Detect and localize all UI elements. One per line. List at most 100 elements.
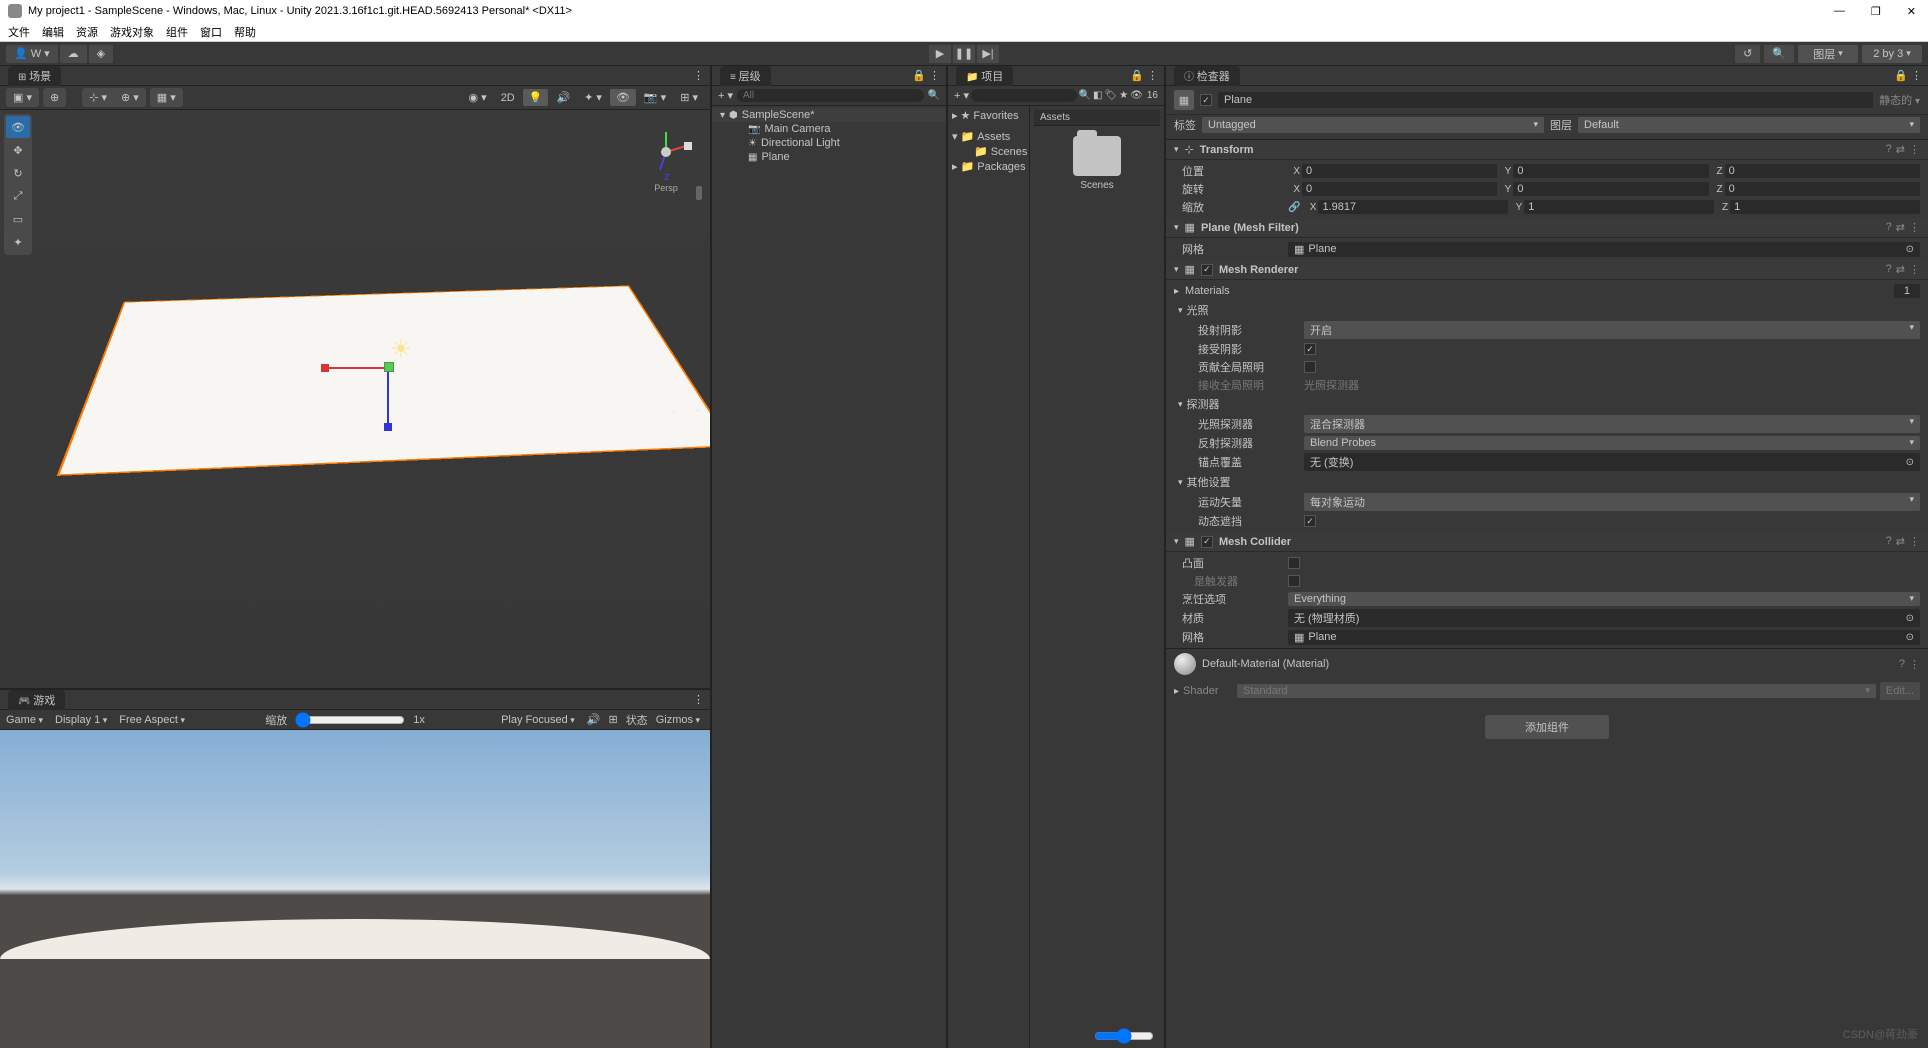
tag-dropdown[interactable]: Untagged xyxy=(1202,117,1544,133)
scene-view[interactable]: 👁 ✥ ↻ ⤢ ▭ ✦ z xyxy=(0,110,710,688)
meshcollider-header[interactable]: ▾ ▦ Mesh Collider ?⇄⋮ xyxy=(1166,532,1928,552)
gizmos-toggle[interactable]: Gizmos xyxy=(656,714,704,726)
lighting-toggle[interactable]: 💡 xyxy=(523,89,549,106)
lighting-foldout[interactable]: ▾光照 xyxy=(1174,300,1920,320)
create-dropdown[interactable]: + ▾ xyxy=(718,89,733,102)
gizmos-dropdown[interactable]: ⊞ ▾ xyxy=(674,89,704,106)
help-icon[interactable]: ? xyxy=(1886,143,1892,156)
reflection-probes-dropdown[interactable]: Blend Probes xyxy=(1304,436,1920,450)
gizmo-x-axis[interactable] xyxy=(325,367,385,369)
step-button[interactable]: ▶| xyxy=(977,45,999,63)
directional-light-gizmo[interactable] xyxy=(390,335,416,361)
menu-edit[interactable]: 编辑 xyxy=(42,24,64,40)
edit-shader-button[interactable]: Edit... xyxy=(1880,682,1920,700)
project-panel-options[interactable]: ⋮ xyxy=(1147,69,1158,82)
menu-icon[interactable]: ⋮ xyxy=(1909,263,1920,276)
transform-tool[interactable]: ✦ xyxy=(6,231,30,253)
rect-tool[interactable]: ▭ xyxy=(6,208,30,230)
layout-dropdown[interactable]: 2 by 3 xyxy=(1862,45,1922,63)
search-icon[interactable]: 🔍 xyxy=(1079,90,1091,101)
link-icon[interactable]: 🔗 xyxy=(1288,202,1300,213)
inspector-tab[interactable]: ⓘ 检查器 xyxy=(1174,66,1240,86)
view-tool[interactable]: 👁 xyxy=(6,116,30,138)
hierarchy-panel-options[interactable]: ⋮ xyxy=(929,69,940,82)
scale-tool[interactable]: ⤢ xyxy=(6,185,30,207)
draw-mode-button[interactable]: ⊕ xyxy=(44,89,65,106)
material-header[interactable]: Default-Material (Material) ?⋮ xyxy=(1166,648,1928,679)
physic-material-field[interactable]: 无 (物理材质) xyxy=(1288,609,1920,627)
game-view[interactable] xyxy=(0,730,710,1048)
project-breadcrumb[interactable]: Assets xyxy=(1034,110,1160,126)
convex-checkbox[interactable] xyxy=(1288,557,1300,569)
menu-icon[interactable]: ⋮ xyxy=(1909,535,1920,548)
scene-overlay-toggle[interactable] xyxy=(696,186,702,200)
scene-panel-options[interactable]: ⋮ xyxy=(693,69,704,82)
hierarchy-item-plane[interactable]: ▦ Plane xyxy=(712,150,946,164)
scene-tab[interactable]: ⊞ 场景 xyxy=(8,66,61,86)
fx-toggle[interactable]: ✦ ▾ xyxy=(578,89,608,106)
menu-icon[interactable]: ⋮ xyxy=(1909,658,1920,671)
preset-icon[interactable]: ⇄ xyxy=(1896,143,1905,156)
menu-file[interactable]: 文件 xyxy=(8,24,30,40)
cloud-button[interactable]: ☁ xyxy=(60,45,87,63)
visibility-toggle[interactable]: 👁 xyxy=(610,89,636,106)
close-button[interactable]: ✕ xyxy=(1903,5,1920,18)
project-lock-icon[interactable]: 🔒 xyxy=(1130,69,1144,82)
folder-item-scenes[interactable]: Scenes xyxy=(1034,136,1160,191)
project-create-dropdown[interactable]: + ▾ xyxy=(954,89,969,102)
aspect-dropdown[interactable]: Free Aspect xyxy=(119,714,189,726)
pivot-rotation-button[interactable]: ⊕ ▾ xyxy=(115,89,145,106)
rotate-tool[interactable]: ↻ xyxy=(6,162,30,184)
filter-by-type-icon[interactable]: ◧ xyxy=(1093,90,1102,101)
display-dropdown[interactable]: Display 1 xyxy=(55,714,111,726)
menu-icon[interactable]: ⋮ xyxy=(1909,143,1920,156)
hidden-packages-icon[interactable]: 👁 xyxy=(1130,90,1143,101)
pivot-mode-button[interactable]: ⊹ ▾ xyxy=(83,89,113,106)
probes-foldout[interactable]: ▾探测器 xyxy=(1174,394,1920,414)
undo-history-button[interactable]: ↺ xyxy=(1735,45,1760,63)
audio-toggle[interactable]: 🔊 xyxy=(550,89,576,106)
active-checkbox[interactable] xyxy=(1200,94,1212,106)
position-x[interactable] xyxy=(1302,164,1497,178)
gameobject-name-input[interactable] xyxy=(1218,92,1873,108)
meshrenderer-header[interactable]: ▾ ▦ Mesh Renderer ?⇄⋮ xyxy=(1166,260,1928,280)
rotation-z[interactable] xyxy=(1725,182,1920,196)
light-probes-dropdown[interactable]: 混合探测器 xyxy=(1304,415,1920,433)
menu-assets[interactable]: 资源 xyxy=(76,24,98,40)
gizmo-y-axis[interactable] xyxy=(384,362,394,372)
scene-root[interactable]: ▾ ⬢ SampleScene* xyxy=(712,108,946,122)
hierarchy-item-camera[interactable]: 📷 Main Camera xyxy=(712,122,946,136)
filter-by-label-icon[interactable]: 🏷 xyxy=(1105,90,1118,101)
maximize-button[interactable]: ❐ xyxy=(1867,5,1885,18)
materials-label[interactable]: Materials xyxy=(1183,285,1890,297)
hierarchy-tab[interactable]: ≡ 层级 xyxy=(720,66,771,86)
anchor-object-field[interactable]: 无 (变换) xyxy=(1304,453,1920,471)
scale-y[interactable] xyxy=(1524,200,1714,214)
collider-mesh-field[interactable]: ▦Plane xyxy=(1288,630,1920,645)
play-button[interactable]: ▶ xyxy=(929,45,951,63)
mesh-object-field[interactable]: ▦Plane xyxy=(1288,242,1920,257)
game-view-dropdown[interactable]: Game xyxy=(6,714,47,726)
minimize-button[interactable]: — xyxy=(1830,5,1849,18)
view-mode-label[interactable]: Persp xyxy=(636,183,696,193)
hierarchy-lock-icon[interactable]: 🔒 xyxy=(912,69,926,82)
vsync-icon[interactable]: ⊞ xyxy=(608,713,617,726)
motion-vectors-dropdown[interactable]: 每对象运动 xyxy=(1304,493,1920,511)
meshcollider-enabled[interactable] xyxy=(1201,536,1213,548)
help-icon[interactable]: ? xyxy=(1886,263,1892,276)
move-tool[interactable]: ✥ xyxy=(6,139,30,161)
inspector-lock-icon[interactable]: 🔒 xyxy=(1894,69,1908,82)
preset-icon[interactable]: ⇄ xyxy=(1896,535,1905,548)
2d-toggle[interactable]: 2D xyxy=(495,89,521,106)
mute-icon[interactable]: 🔊 xyxy=(587,713,601,726)
position-z[interactable] xyxy=(1725,164,1920,178)
scene-camera-settings[interactable]: 📷 ▾ xyxy=(638,89,672,106)
preset-icon[interactable]: ⇄ xyxy=(1896,263,1905,276)
scale-z[interactable] xyxy=(1730,200,1920,214)
grid-snap-button[interactable]: ▦ ▾ xyxy=(151,89,182,106)
project-search[interactable] xyxy=(971,89,1077,102)
favorites-node[interactable]: ▸★Favorites xyxy=(948,108,1029,123)
scene-camera-button[interactable]: ◉ ▾ xyxy=(463,89,493,106)
shader-dropdown[interactable]: Standard xyxy=(1237,684,1876,698)
transform-component-header[interactable]: ▾ ⊹ Transform ?⇄⋮ xyxy=(1166,140,1928,160)
